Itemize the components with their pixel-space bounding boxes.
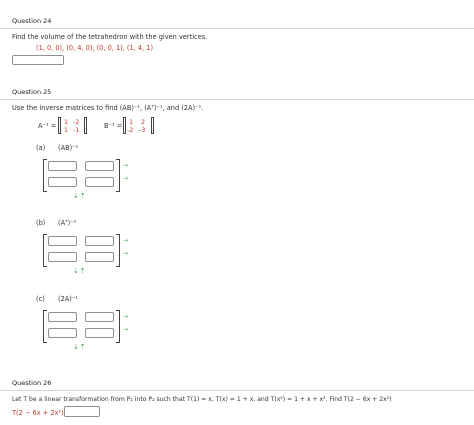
b-inverse-label: B⁻¹ =: [104, 122, 123, 130]
matrix-bracket-right: [116, 159, 120, 192]
matrix-bracket-left: [43, 310, 47, 343]
a-inv-r2c2: -1: [73, 126, 80, 134]
divider: [0, 390, 474, 391]
part-b-cell-r1c1[interactable]: [48, 236, 77, 246]
part-c-letter: (c): [36, 295, 45, 303]
a-inv-r2c1: 1: [64, 126, 69, 134]
part-c-cell-r1c2[interactable]: [85, 312, 114, 322]
part-a-letter: (a): [36, 144, 46, 152]
part-c-expr: (2A)⁻¹: [58, 295, 78, 303]
q26-answer-label: T(2 − 6x + 2x²) =: [12, 409, 72, 417]
matrix-bracket-left: [43, 234, 47, 267]
q25-title: Question 25: [12, 88, 52, 96]
q24-prompt: Find the volume of the tetrahedron with …: [12, 33, 208, 41]
part-c-cell-r1c1[interactable]: [48, 312, 77, 322]
q26-title: Question 26: [12, 379, 52, 387]
b-inv-r2c2: -3: [139, 126, 146, 134]
part-b-expr: (Aᵀ)⁻¹: [58, 219, 77, 227]
part-a-cell-r2c2[interactable]: [85, 177, 114, 187]
part-a-cell-r1c2[interactable]: [85, 161, 114, 171]
remove-row-arrow-icon[interactable]: ⇢: [123, 326, 128, 333]
remove-row-arrow-icon[interactable]: ⇢: [123, 250, 128, 257]
q26-prompt: Let T be a linear transformation from P₂…: [12, 396, 392, 403]
part-a-cell-r1c1[interactable]: [48, 161, 77, 171]
column-arrows-icon[interactable]: ⇣⇡: [73, 267, 87, 275]
add-row-arrow-icon[interactable]: ⇢: [123, 237, 128, 244]
part-c-cell-r2c1[interactable]: [48, 328, 77, 338]
part-c-cell-r2c2[interactable]: [85, 328, 114, 338]
remove-row-arrow-icon[interactable]: ⇢: [123, 175, 128, 182]
add-row-arrow-icon[interactable]: ⇢: [123, 162, 128, 169]
matrix-bracket-right: [116, 234, 120, 267]
part-b-cell-r1c2[interactable]: [85, 236, 114, 246]
q24-title: Question 24: [12, 17, 52, 25]
divider: [0, 99, 474, 100]
q24-vertices: (1, 0, 0), (0, 4, 0), (0, 0, 1), (1, 4, …: [36, 44, 154, 52]
b-inv-r1c2: 2: [141, 118, 146, 126]
column-arrows-icon[interactable]: ⇣⇡: [73, 192, 87, 200]
matrix-bracket-right: [84, 117, 87, 134]
matrix-bracket-left: [43, 159, 47, 192]
divider: [0, 28, 474, 29]
part-a-expr: (AB)⁻¹: [58, 144, 79, 152]
part-b-letter: (b): [36, 219, 46, 227]
q25-prompt: Use the inverse matrices to find (AB)⁻¹,…: [12, 104, 204, 112]
add-row-arrow-icon[interactable]: ⇢: [123, 313, 128, 320]
q24-answer-field[interactable]: [12, 55, 64, 65]
part-b-cell-r2c2[interactable]: [85, 252, 114, 262]
q26-answer-field[interactable]: [64, 406, 100, 417]
b-inv-r1c1: 1: [129, 118, 134, 126]
b-inv-r2c1: -2: [127, 126, 134, 134]
part-b-cell-r2c1[interactable]: [48, 252, 77, 262]
matrix-bracket-right: [116, 310, 120, 343]
a-inverse-label: A⁻¹ =: [38, 122, 57, 130]
b-inverse-matrix: 1 2 -2 -3: [125, 117, 151, 134]
a-inv-r1c1: 1: [64, 118, 69, 126]
a-inv-r1c2: -2: [73, 118, 80, 126]
column-arrows-icon[interactable]: ⇣⇡: [73, 343, 87, 351]
a-inverse-matrix: 1 -2 1 -1: [60, 117, 86, 134]
part-a-cell-r2c1[interactable]: [48, 177, 77, 187]
matrix-bracket-right: [151, 117, 154, 134]
